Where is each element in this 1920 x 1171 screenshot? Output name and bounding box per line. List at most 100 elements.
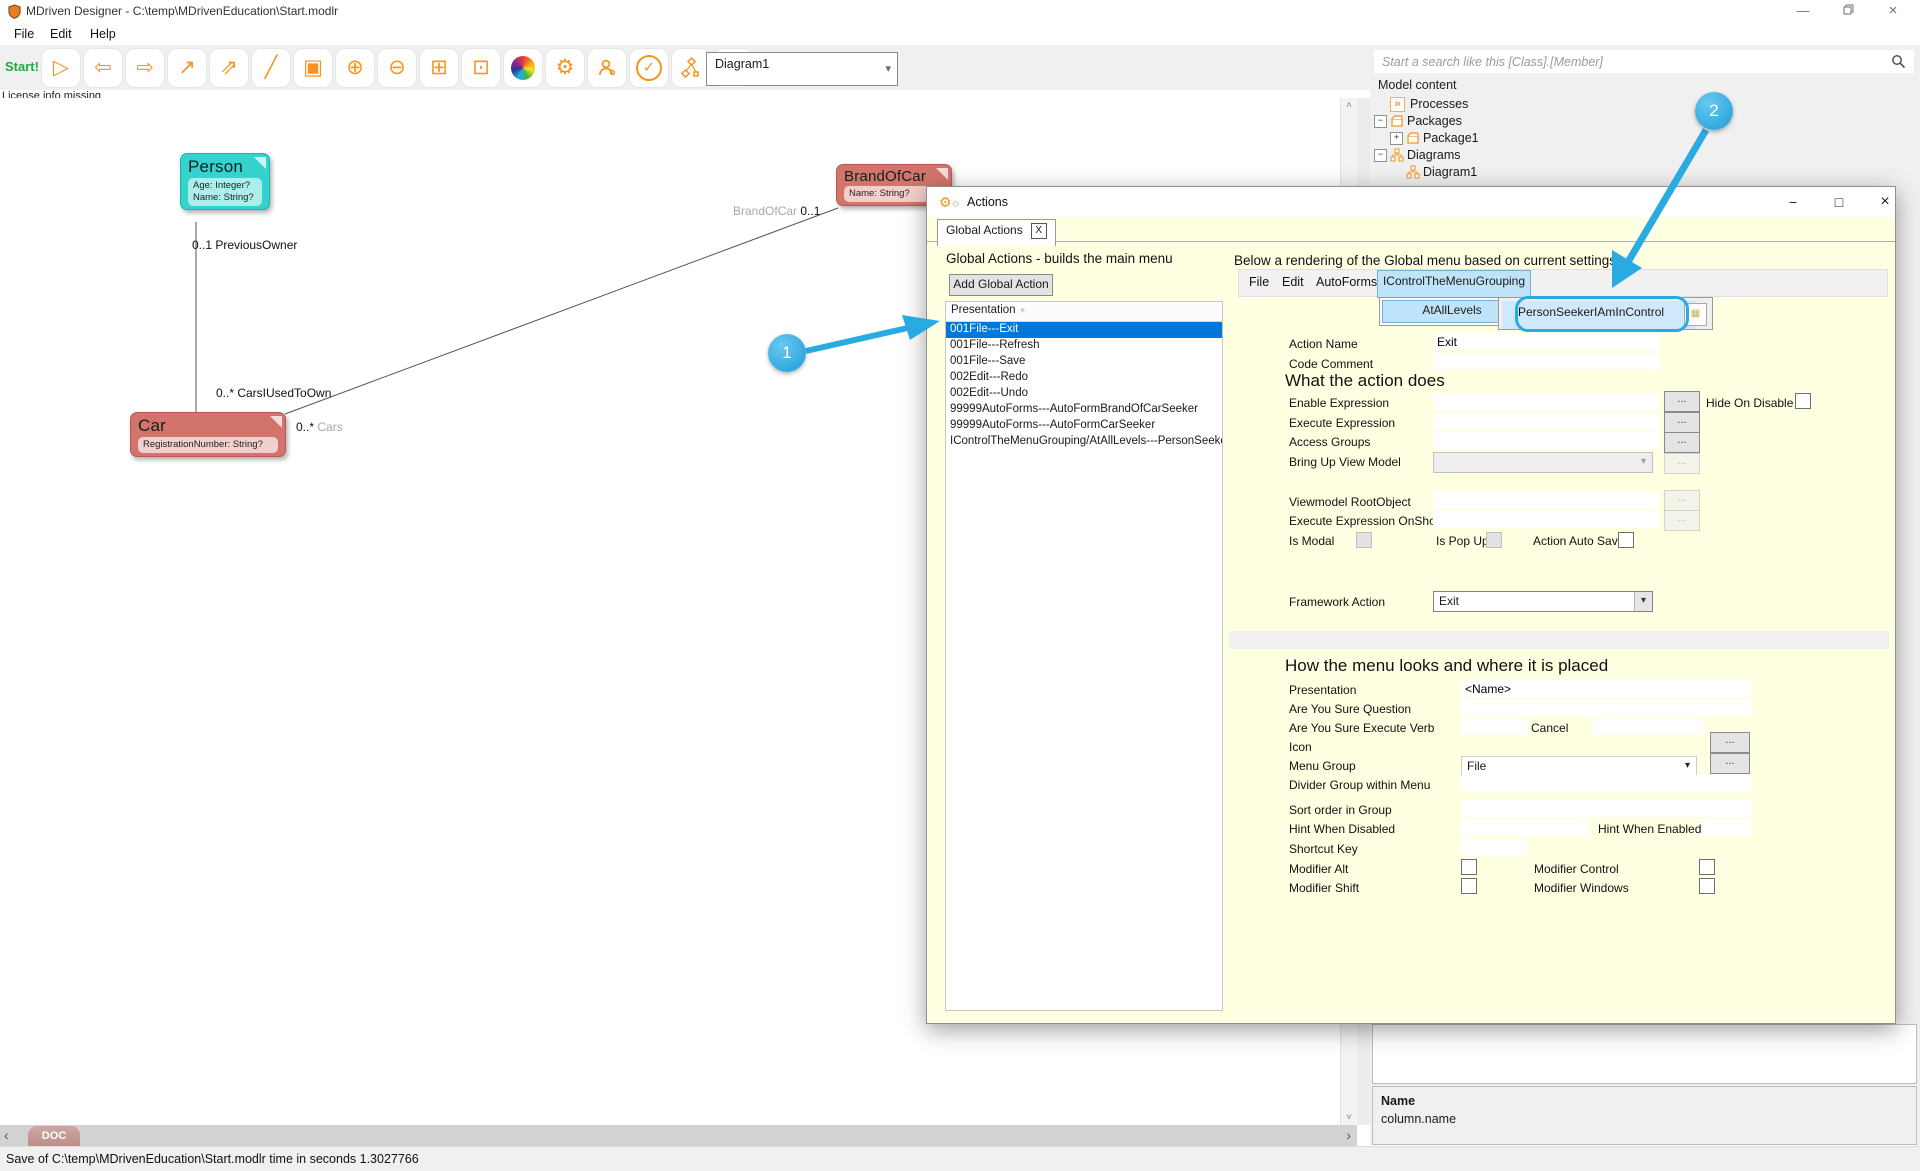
bring-up-ellipsis-button: ... [1664, 453, 1700, 474]
modifier-alt-checkbox[interactable] [1461, 859, 1477, 875]
modifier-shift-checkbox[interactable] [1461, 878, 1477, 894]
enable-expression-field[interactable] [1433, 393, 1659, 410]
start-label[interactable]: Start! [5, 59, 39, 74]
rendered-menu-grouping[interactable]: IControlTheMenuGrouping [1377, 270, 1531, 298]
rendered-menu-edit[interactable]: Edit [1282, 275, 1304, 289]
menu-help[interactable]: Help [84, 25, 122, 43]
tab-global-actions[interactable]: Global ActionsX [937, 219, 1056, 246]
action-list-item[interactable]: 99999AutoForms---AutoFormBrandOfCarSeeke… [946, 402, 1222, 418]
rendered-menu-bar: File Edit AutoForms [1238, 269, 1888, 297]
framework-action-dropdown[interactable]: Exit ▾ [1433, 591, 1653, 612]
app-logo-icon [7, 4, 22, 19]
hint-when-disabled-field[interactable] [1461, 819, 1589, 836]
validate-button[interactable]: ✓ [630, 49, 668, 87]
scroll-right-icon[interactable]: › [1346, 1127, 1351, 1143]
icon-ellipsis-button[interactable]: ... [1710, 732, 1750, 753]
actions-list[interactable]: Presentation▼ 001File---Exit 001File---R… [945, 301, 1223, 1011]
dialog-title-bar[interactable]: ⚙⚙ Actions − □ × [927, 187, 1895, 217]
user-access-button[interactable] [588, 49, 626, 87]
nav-back-button[interactable]: ⇦ [84, 49, 122, 87]
shortcut-key-field[interactable] [1461, 839, 1527, 856]
bring-up-view-model-dropdown[interactable]: ▾ [1433, 452, 1653, 473]
is-modal-checkbox [1356, 532, 1372, 548]
menu-edit[interactable]: Edit [44, 25, 78, 43]
nav-forward-button[interactable]: ⇨ [126, 49, 164, 87]
viewport-tool-button[interactable]: ▣ [294, 49, 332, 87]
dialog-close-button[interactable]: × [1872, 191, 1898, 213]
modifier-control-checkbox[interactable] [1699, 859, 1715, 875]
menu-group-dropdown[interactable]: File ▾ [1461, 756, 1697, 777]
search-input[interactable] [1380, 52, 1884, 72]
expand-icon[interactable]: + [1390, 132, 1403, 145]
arrow-up-right-icon: ↗ [178, 55, 196, 80]
execute-expression-ellipsis-button[interactable]: ... [1664, 412, 1700, 433]
action-list-item[interactable]: 001File---Exit [946, 322, 1222, 338]
action-list-item[interactable]: 001File---Refresh [946, 338, 1222, 354]
dialog-minimize-button[interactable]: − [1780, 191, 1806, 213]
action-name-field[interactable] [1433, 333, 1659, 350]
hint-when-enabled-field[interactable] [1701, 819, 1752, 836]
restore-button[interactable] [1831, 1, 1865, 21]
add-global-action-button[interactable]: Add Global Action [949, 274, 1053, 296]
action-list-item[interactable]: 002Edit---Redo [946, 370, 1222, 386]
properties-edit-box[interactable] [1372, 1024, 1917, 1084]
code-comment-field[interactable] [1433, 353, 1659, 370]
dashed-line-tool-button[interactable]: ╱ [252, 49, 290, 87]
menu-group-ellipsis-button[interactable]: ... [1710, 753, 1750, 774]
tab-close-icon[interactable]: X [1031, 223, 1047, 239]
chevron-down-icon: ▾ [1679, 757, 1696, 776]
settings-button[interactable]: ⚙ [546, 49, 584, 87]
action-list-item[interactable]: 99999AutoForms---AutoFormCarSeeker [946, 418, 1222, 434]
action-list-item[interactable]: 002Edit---Undo [946, 386, 1222, 402]
scroll-left-icon[interactable]: ‹ [4, 1127, 9, 1143]
action-list-item[interactable]: IControlTheMenuGrouping/AtAllLevels---Pe… [946, 434, 1222, 450]
zoom-in-button[interactable]: ⊕ [336, 49, 374, 87]
user-key-icon [596, 57, 618, 79]
action-list-item[interactable]: 001File---Save [946, 354, 1222, 370]
minimize-button[interactable]: — [1786, 1, 1820, 21]
action-auto-saves-checkbox[interactable] [1618, 532, 1634, 548]
class-car[interactable]: Car RegistrationNumber: String? [130, 412, 286, 457]
filter-icon[interactable]: ▼ [1019, 306, 1027, 315]
rendered-menu-autoforms[interactable]: AutoForms [1316, 275, 1377, 289]
enable-expression-ellipsis-button[interactable]: ... [1664, 391, 1700, 412]
color-wheel-button[interactable] [504, 49, 542, 87]
run-button[interactable]: ▷ [42, 49, 80, 87]
navigation-tool-button[interactable]: ⇗ [210, 49, 248, 87]
canvas-horizontal-scrollbar[interactable]: ‹ › [0, 1125, 1357, 1146]
association-tool-button[interactable]: ↗ [168, 49, 206, 87]
access-groups-field[interactable] [1433, 432, 1659, 449]
action-name-label: Action Name [1289, 337, 1358, 351]
execute-verb-field[interactable] [1461, 718, 1527, 735]
divider-group-field[interactable] [1461, 775, 1752, 792]
class-person[interactable]: Person Age: Integer? Name: String? [180, 153, 270, 210]
scroll-down-icon[interactable]: ˅ [1341, 1112, 1357, 1123]
access-groups-ellipsis-button[interactable]: ... [1664, 432, 1700, 453]
cancel-verb-field[interactable] [1591, 718, 1703, 735]
rendered-menu-file[interactable]: File [1249, 275, 1269, 289]
collapse-icon[interactable]: − [1374, 149, 1387, 162]
menu-file[interactable]: File [8, 25, 40, 43]
doc-tab[interactable]: DOC [28, 1126, 80, 1146]
list-header[interactable]: Presentation▼ [946, 302, 1222, 322]
collapse-icon[interactable]: − [1374, 115, 1387, 128]
close-button[interactable]: × [1876, 1, 1910, 21]
zoom-out-button[interactable]: ⊖ [378, 49, 416, 87]
scroll-up-icon[interactable]: ˄ [1341, 100, 1357, 111]
run-window-button[interactable]: ⊡ [462, 49, 500, 87]
hide-on-disable-checkbox[interactable] [1795, 393, 1811, 409]
are-you-sure-question-field[interactable] [1461, 699, 1752, 716]
autoform-window-button[interactable]: ⊞ [420, 49, 458, 87]
dialog-maximize-button[interactable]: □ [1826, 191, 1852, 213]
search-icon[interactable] [1891, 54, 1906, 69]
viewmodel-rootobject-field[interactable] [1433, 492, 1659, 509]
dialog-title: Actions [967, 195, 1008, 209]
bring-up-view-model-label: Bring Up View Model [1289, 455, 1401, 469]
execute-expression-onshow-field[interactable] [1433, 511, 1659, 528]
presentation-field[interactable] [1461, 680, 1752, 697]
structure-button[interactable] [672, 49, 710, 87]
execute-expression-field[interactable] [1433, 413, 1659, 430]
sort-order-field[interactable] [1461, 800, 1752, 817]
diagram-selector[interactable]: Diagram1 ▾ [706, 52, 898, 86]
modifier-windows-checkbox[interactable] [1699, 878, 1715, 894]
